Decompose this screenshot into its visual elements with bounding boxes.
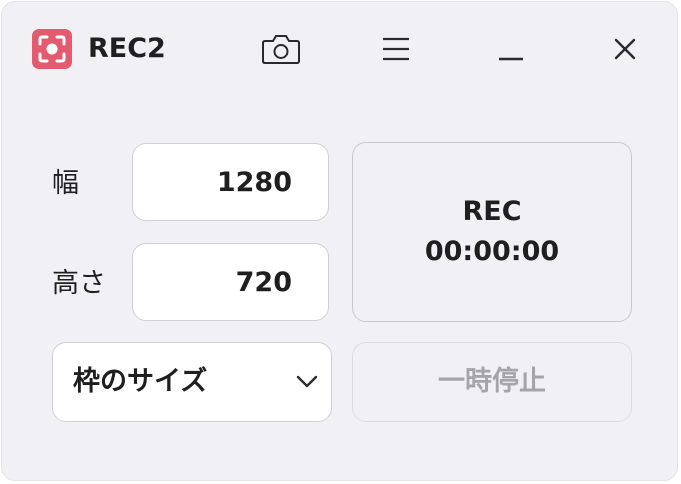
record-button[interactable]: REC 00:00:00 xyxy=(352,142,632,322)
width-label: 幅 xyxy=(52,168,79,199)
chevron-down-icon xyxy=(296,375,318,388)
close-button[interactable] xyxy=(603,27,647,71)
hamburger-menu-icon xyxy=(383,37,409,61)
width-input[interactable] xyxy=(132,143,329,221)
record-label: REC xyxy=(462,196,522,227)
screen-record-icon xyxy=(32,29,72,69)
height-label: 高さ xyxy=(52,268,106,299)
elapsed-time: 00:00:00 xyxy=(424,236,560,267)
title-bar: REC2 xyxy=(2,2,677,94)
frame-size-label: 枠のサイズ xyxy=(73,366,208,397)
menu-button[interactable] xyxy=(374,27,418,71)
pause-button[interactable]: 一時停止 xyxy=(352,342,632,422)
close-icon xyxy=(614,38,636,60)
app-window: REC2 幅 高さ xyxy=(1,1,678,481)
screenshot-button[interactable] xyxy=(259,27,303,71)
app-title: REC2 xyxy=(88,33,166,64)
minimize-icon xyxy=(499,57,523,61)
pause-label: 一時停止 xyxy=(438,366,546,397)
height-input[interactable] xyxy=(132,243,329,321)
frame-size-dropdown[interactable]: 枠のサイズ xyxy=(52,342,332,422)
camera-icon xyxy=(262,35,300,64)
minimize-button[interactable] xyxy=(489,27,533,71)
